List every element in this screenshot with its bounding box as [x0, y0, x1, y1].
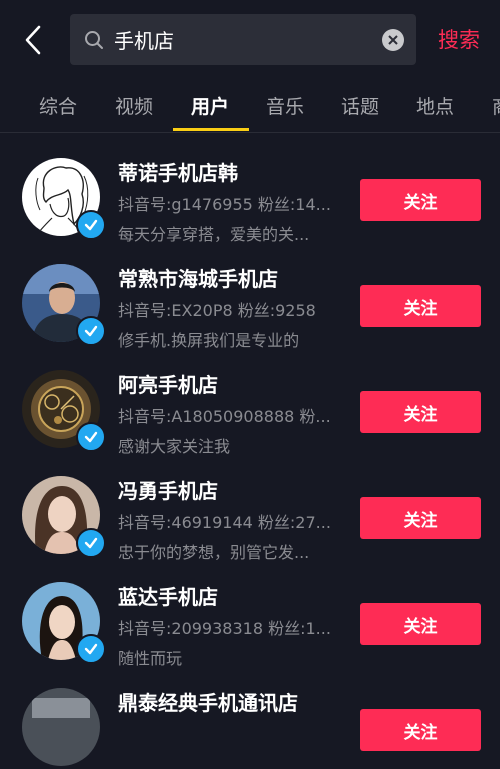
user-name[interactable]: 冯勇手机店: [118, 475, 218, 504]
avatar[interactable]: [22, 476, 106, 558]
user-name[interactable]: 常熟市海城手机店: [118, 263, 278, 292]
user-name[interactable]: 蓝达手机店: [118, 581, 218, 610]
tab-comprehensive[interactable]: 综合: [39, 92, 77, 119]
user-meta: 抖音号:A18050908888 粉...: [118, 407, 331, 426]
user-meta: 抖音号:EX20P8 粉丝:9258: [118, 301, 316, 320]
user-row[interactable]: 蓝达手机店 抖音号:209938318 粉丝:1... 随性而玩 关注: [0, 557, 500, 668]
back-button[interactable]: [18, 22, 48, 58]
verified-badge: [76, 210, 106, 240]
user-meta: 抖音号:209938318 粉丝:1...: [118, 619, 331, 638]
search-button[interactable]: 搜索: [438, 24, 480, 54]
top-bar: 搜索: [0, 0, 500, 80]
chevron-left-icon: [25, 25, 41, 55]
avatar[interactable]: [22, 582, 106, 664]
tab-topics[interactable]: 话题: [341, 92, 379, 119]
user-name[interactable]: 蒂诺手机店韩: [118, 157, 238, 186]
checkmark-icon: [84, 431, 98, 443]
follow-button[interactable]: 关注: [360, 709, 481, 751]
user-row[interactable]: 阿亮手机店 抖音号:A18050908888 粉... 感谢大家关注我 关注: [0, 345, 500, 456]
category-tabs: 综合 视频 用户 音乐 话题 地点 商: [0, 80, 500, 133]
user-row[interactable]: 蒂诺手机店韩 抖音号:g1476955 粉丝:14... 每天分享穿搭，爱美的关…: [0, 133, 500, 244]
search-input[interactable]: [114, 27, 382, 52]
verified-badge: [76, 634, 106, 664]
user-name[interactable]: 阿亮手机店: [118, 369, 218, 398]
follow-button[interactable]: 关注: [360, 179, 481, 221]
user-row[interactable]: 常熟市海城手机店 抖音号:EX20P8 粉丝:9258 修手机.换屏我们是专业的…: [0, 239, 500, 350]
user-meta: 抖音号:46919144 粉丝:27...: [118, 513, 331, 532]
verified-badge: [76, 528, 106, 558]
avatar[interactable]: [22, 370, 106, 452]
follow-button[interactable]: 关注: [360, 497, 481, 539]
tab-music[interactable]: 音乐: [266, 92, 304, 119]
close-icon: [388, 34, 398, 45]
avatar[interactable]: [22, 264, 106, 346]
checkmark-icon: [84, 325, 98, 337]
user-name[interactable]: 鼎泰经典手机通讯店: [118, 687, 298, 716]
user-row[interactable]: 鼎泰经典手机通讯店 关注: [0, 663, 500, 769]
verified-badge: [76, 316, 106, 346]
checkmark-icon: [84, 219, 98, 231]
verified-badge: [76, 422, 106, 452]
follow-button[interactable]: 关注: [360, 285, 481, 327]
active-tab-indicator: [173, 128, 249, 131]
avatar-image: [22, 688, 100, 766]
clear-search-button[interactable]: [382, 28, 404, 51]
avatar[interactable]: [22, 158, 106, 240]
checkmark-icon: [84, 537, 98, 549]
tab-places[interactable]: 地点: [416, 92, 454, 119]
tab-videos[interactable]: 视频: [115, 92, 153, 119]
tab-users[interactable]: 用户: [191, 92, 229, 119]
follow-button[interactable]: 关注: [360, 603, 481, 645]
follow-button[interactable]: 关注: [360, 391, 481, 433]
search-icon: [85, 30, 103, 49]
search-box[interactable]: [70, 14, 416, 65]
tab-shop[interactable]: 商: [492, 92, 500, 119]
user-row[interactable]: 冯勇手机店 抖音号:46919144 粉丝:27... 忠于你的梦想，别管它发.…: [0, 451, 500, 562]
avatar[interactable]: [22, 688, 100, 766]
user-meta: 抖音号:g1476955 粉丝:14...: [118, 195, 331, 214]
checkmark-icon: [84, 643, 98, 655]
